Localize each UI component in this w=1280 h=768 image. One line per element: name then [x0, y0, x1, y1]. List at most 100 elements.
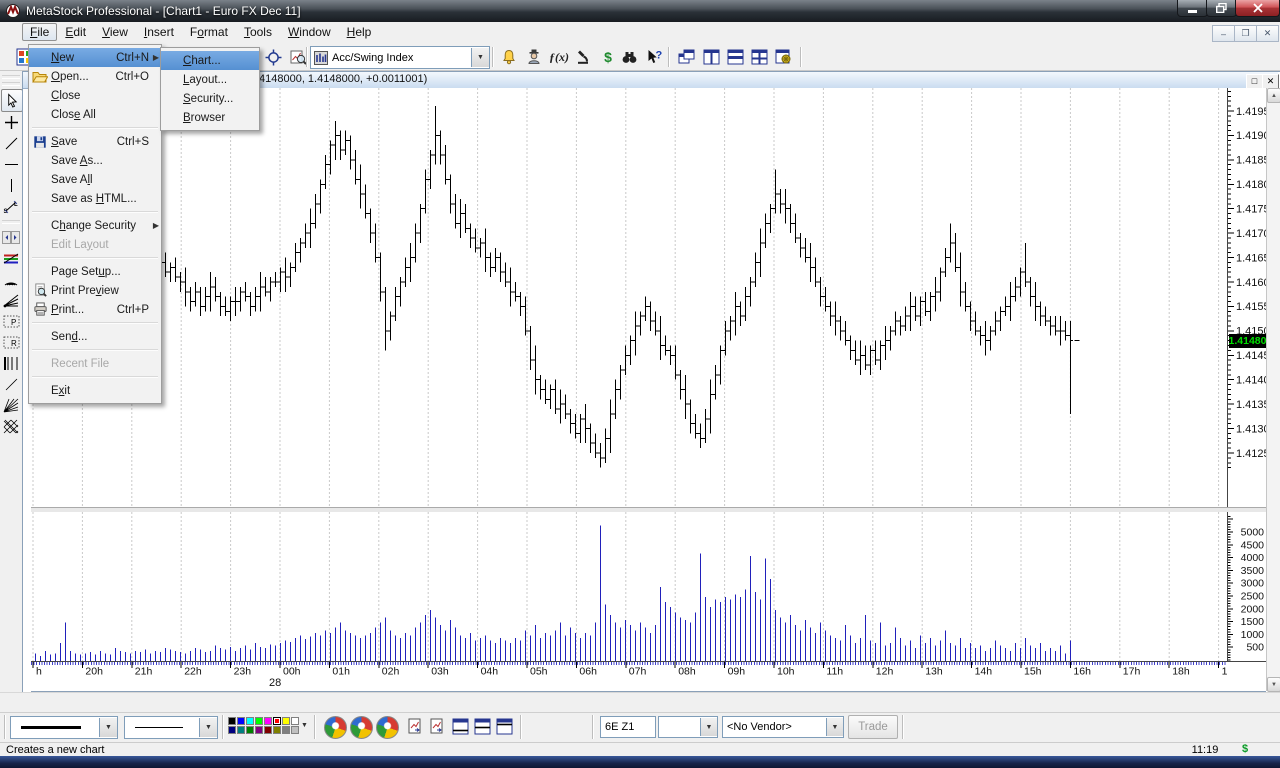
menu-view[interactable]: View	[94, 24, 136, 40]
binoculars-icon[interactable]	[618, 46, 640, 68]
menu-item-save[interactable]: SaveCtrl+S	[29, 132, 161, 151]
retracement-tool[interactable]: R	[1, 332, 21, 353]
color-swatch[interactable]	[237, 717, 245, 725]
color-swatch[interactable]	[246, 726, 254, 734]
expert-advisor-icon[interactable]	[523, 46, 545, 68]
menu-item-exit[interactable]: Exit	[29, 381, 161, 400]
menu-item-page-setup[interactable]: Page Setup...	[29, 262, 161, 281]
context-help-icon[interactable]: ?	[643, 46, 665, 68]
tile-vertical-icon[interactable]	[700, 46, 722, 68]
menu-item-save-as[interactable]: Save As...	[29, 151, 161, 170]
menu-window[interactable]: Window	[280, 24, 339, 40]
expert-symbol-icon-3[interactable]	[376, 716, 399, 739]
gann-fan-tool[interactable]	[1, 395, 21, 416]
color-swatch[interactable]	[237, 726, 245, 734]
symbol-input[interactable]: 6E Z1	[600, 716, 656, 738]
mdi-restore-button[interactable]: ❐	[1234, 25, 1257, 42]
expert-symbol-icon-1[interactable]	[324, 716, 347, 739]
menu-insert[interactable]: Insert	[136, 24, 182, 40]
chart-close-button[interactable]: ✕	[1262, 74, 1279, 89]
line-style-dropdown[interactable]: ▼	[10, 716, 118, 739]
price-axis[interactable]: 1.41951.41901.41851.41801.41751.41701.41…	[1227, 88, 1267, 507]
time-zones-tool[interactable]	[1, 353, 21, 374]
vendor-dropdown[interactable]: <No Vendor> ▼	[722, 716, 844, 738]
expert-symbol-icon-2[interactable]	[350, 716, 373, 739]
thin-line-tool[interactable]	[1, 374, 21, 395]
menu-format[interactable]: Format	[182, 24, 236, 40]
close-button[interactable]	[1235, 0, 1280, 17]
color-swatch[interactable]	[228, 726, 236, 734]
tile-horizontal-icon[interactable]	[724, 46, 746, 68]
vendor-dropdown-arrow-icon[interactable]: ▼	[826, 718, 843, 736]
scroll-down-icon[interactable]: ▼	[1267, 677, 1280, 692]
color-swatch[interactable]	[264, 717, 272, 725]
menu-item-save-as-html[interactable]: Save as HTML...	[29, 189, 161, 208]
indicator-dropdown-arrow-icon[interactable]: ▼	[471, 48, 489, 67]
taskbar[interactable]: MS	[0, 756, 1280, 768]
function-fx-icon[interactable]: ƒ(x)	[548, 46, 570, 68]
print-chart-icon-1[interactable]	[404, 716, 425, 737]
vertical-scrollbar[interactable]: ▲ ▼	[1266, 88, 1280, 691]
volume-pane[interactable]	[31, 512, 1227, 661]
color-swatch[interactable]	[282, 717, 290, 725]
submenu-item-browser[interactable]: Browser	[161, 108, 259, 127]
restore-button[interactable]	[1206, 0, 1237, 17]
trendline-tool[interactable]	[1, 133, 21, 154]
mdi-close-button[interactable]: ✕	[1256, 25, 1279, 42]
menu-help[interactable]: Help	[339, 24, 380, 40]
projection-tool[interactable]: P	[1, 311, 21, 332]
layout-options-icon[interactable]	[772, 46, 794, 68]
split-window-top-icon[interactable]	[494, 716, 515, 737]
horizontal-line-tool[interactable]	[1, 154, 21, 175]
crosshair-pointer-icon[interactable]	[262, 46, 284, 68]
color-swatch[interactable]	[291, 717, 299, 725]
minimize-button[interactable]	[1177, 0, 1208, 17]
menu-item-close[interactable]: Close	[29, 86, 161, 105]
indicator-dropdown[interactable]: Acc/Swing Index ▼	[310, 46, 490, 69]
scroll-up-icon[interactable]: ▲	[1267, 88, 1280, 103]
split-window-middle-icon[interactable]	[472, 716, 493, 737]
explorer-icon[interactable]	[572, 46, 594, 68]
menu-item-save-all[interactable]: Save All	[29, 170, 161, 189]
menu-item-close-all[interactable]: Close All	[29, 105, 161, 124]
vertical-line-tool[interactable]	[1, 175, 21, 196]
submenu-item-security[interactable]: Security...	[161, 89, 259, 108]
line-style-arrow-icon[interactable]: ▼	[99, 718, 117, 737]
menu-item-send[interactable]: Send...	[29, 327, 161, 346]
menu-tools[interactable]: Tools	[236, 24, 280, 40]
color-swatch[interactable]	[273, 717, 281, 725]
period-dropdown[interactable]: ▼	[658, 716, 718, 738]
line-weight-arrow-icon[interactable]: ▼	[199, 718, 217, 737]
submenu-item-chart[interactable]: Chart...	[161, 51, 259, 70]
split-window-bottom-icon[interactable]	[450, 716, 471, 737]
line-weight-dropdown[interactable]: ▼	[124, 716, 218, 739]
menu-item-edit-layout[interactable]: Edit Layout	[29, 235, 161, 254]
gann-grid-tool[interactable]	[1, 416, 21, 437]
menu-item-change-security[interactable]: Change Security▶	[29, 216, 161, 235]
fan-lines-tool[interactable]	[1, 290, 21, 311]
period-dropdown-arrow-icon[interactable]: ▼	[700, 718, 717, 736]
price-pane[interactable]	[31, 88, 1227, 507]
crosshair-tool[interactable]	[1, 112, 21, 133]
color-swatch[interactable]	[282, 726, 290, 734]
alert-bell-icon[interactable]	[498, 46, 520, 68]
menu-item-new[interactable]: NewCtrl+N▶	[29, 48, 161, 67]
tile-grid-icon[interactable]	[748, 46, 770, 68]
menu-item-print-preview[interactable]: Print Preview	[29, 281, 161, 300]
menu-edit[interactable]: Edit	[57, 24, 94, 40]
sl-line-tool[interactable]: SL	[1, 196, 21, 217]
chart-maximize-button[interactable]: □	[1246, 74, 1263, 89]
color-swatch[interactable]	[273, 726, 281, 734]
print-chart-icon-2[interactable]	[426, 716, 447, 737]
volume-axis[interactable]: 500045004000350030002500200015001000500	[1227, 512, 1267, 661]
color-swatch[interactable]	[255, 717, 263, 725]
color-swatch[interactable]	[291, 726, 299, 734]
downloader-dollar-icon[interactable]: $	[597, 46, 619, 68]
palette-arrow-icon[interactable]: ▼	[301, 722, 308, 729]
color-swatch[interactable]	[264, 726, 272, 734]
color-swatch[interactable]	[255, 726, 263, 734]
arcs-tool[interactable]	[1, 269, 21, 290]
menu-item-recent-file[interactable]: Recent File	[29, 354, 161, 373]
color-swatch[interactable]	[246, 717, 254, 725]
scroll-pair-tool[interactable]	[1, 227, 21, 248]
